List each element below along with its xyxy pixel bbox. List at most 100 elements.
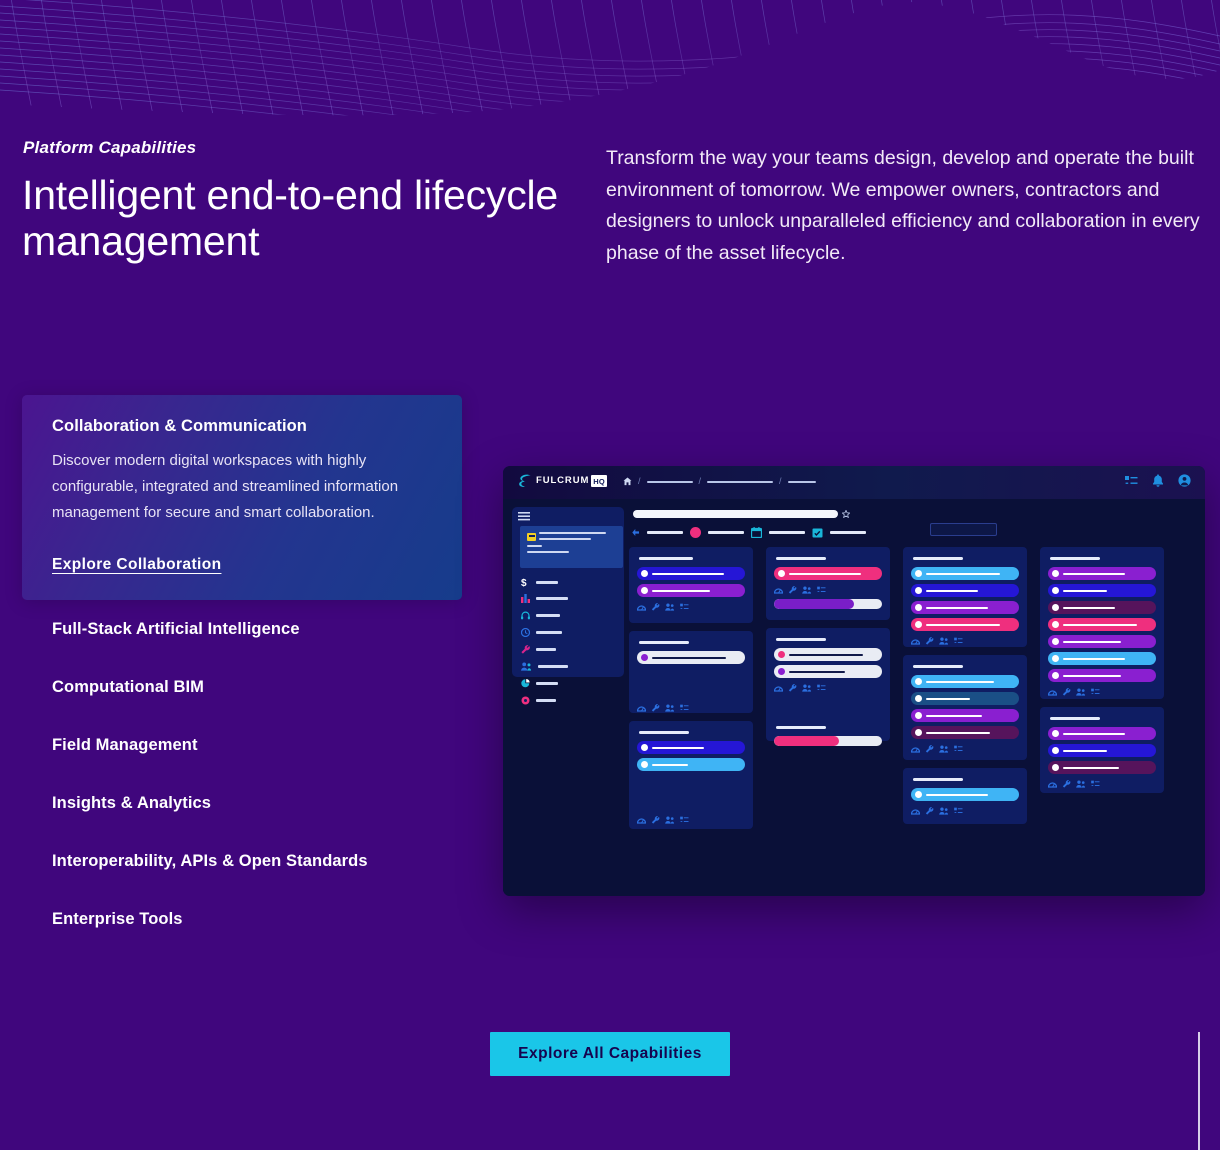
list-icon[interactable] [680, 704, 689, 712]
card-pill[interactable] [1048, 635, 1156, 648]
card-pill[interactable] [1048, 567, 1156, 580]
sidebar-item-settings[interactable] [521, 696, 556, 705]
card-pill[interactable] [911, 618, 1019, 631]
speedometer-icon[interactable] [637, 603, 646, 611]
wrench-icon[interactable] [925, 637, 934, 645]
people-icon[interactable] [665, 603, 675, 611]
view-selector-dropdown[interactable] [930, 523, 997, 536]
board-card[interactable] [1040, 707, 1164, 793]
pink-dot-icon[interactable] [690, 527, 701, 538]
board-card[interactable] [629, 721, 753, 829]
people-icon[interactable] [939, 745, 949, 753]
board-card[interactable] [766, 628, 890, 746]
board-card[interactable] [903, 768, 1027, 824]
card-pill[interactable] [1048, 584, 1156, 597]
card-pill[interactable] [774, 648, 882, 661]
sidebar-item-reports[interactable] [521, 594, 568, 603]
sidebar-active-card[interactable] [520, 526, 623, 568]
board-card[interactable] [629, 631, 753, 713]
speedometer-icon[interactable] [1048, 688, 1057, 696]
board-card[interactable] [903, 547, 1027, 647]
people-icon[interactable] [939, 807, 949, 815]
calendar-check-icon[interactable] [812, 527, 823, 538]
accordion-item-insights-analytics[interactable]: Insights & Analytics [22, 774, 462, 832]
fulcrum-logo[interactable]: FULCRUM HQ [518, 474, 607, 488]
board-card[interactable] [766, 547, 890, 620]
list-icon[interactable] [680, 816, 689, 824]
list-icon[interactable] [1091, 688, 1100, 696]
breadcrumb-segment[interactable] [646, 480, 693, 483]
card-pill[interactable] [911, 788, 1019, 801]
bell-icon[interactable] [1152, 474, 1164, 487]
speedometer-icon[interactable] [774, 586, 783, 594]
card-pill[interactable] [911, 709, 1019, 722]
search-input[interactable] [633, 510, 838, 518]
wrench-icon[interactable] [925, 807, 934, 815]
explore-all-capabilities-button[interactable]: Explore All Capabilities [490, 1032, 730, 1076]
people-icon[interactable] [1076, 688, 1086, 696]
card-pill[interactable] [911, 601, 1019, 614]
card-pill[interactable] [1048, 601, 1156, 614]
calendar-icon[interactable] [751, 527, 762, 538]
people-icon[interactable] [802, 684, 812, 692]
card-pill[interactable] [1048, 618, 1156, 631]
card-pill[interactable] [911, 726, 1019, 739]
card-pill[interactable] [774, 665, 882, 678]
wrench-icon[interactable] [788, 684, 797, 692]
people-icon[interactable] [802, 586, 812, 594]
people-icon[interactable] [665, 704, 675, 712]
breadcrumb-segment[interactable] [707, 480, 774, 483]
home-icon[interactable] [623, 477, 632, 486]
speedometer-icon[interactable] [637, 704, 646, 712]
star-icon[interactable] [842, 510, 850, 518]
people-icon[interactable] [1076, 780, 1086, 788]
tasks-icon[interactable] [1125, 475, 1138, 487]
board-card[interactable] [903, 655, 1027, 760]
card-pill[interactable] [1048, 669, 1156, 682]
speedometer-icon[interactable] [911, 637, 920, 645]
card-pill[interactable] [1048, 727, 1156, 740]
list-icon[interactable] [680, 603, 689, 611]
account-icon[interactable] [1178, 474, 1191, 487]
list-icon[interactable] [954, 807, 963, 815]
accordion-item-ai[interactable]: Full-Stack Artificial Intelligence [22, 600, 462, 658]
speedometer-icon[interactable] [637, 816, 646, 824]
wrench-icon[interactable] [1062, 780, 1071, 788]
people-icon[interactable] [939, 637, 949, 645]
card-pill[interactable] [1048, 652, 1156, 665]
list-icon[interactable] [817, 586, 826, 594]
wrench-icon[interactable] [651, 704, 660, 712]
list-icon[interactable] [817, 684, 826, 692]
sidebar-item-team[interactable] [521, 662, 568, 671]
board-card[interactable] [1040, 547, 1164, 699]
accordion-item-interoperability[interactable]: Interoperability, APIs & Open Standards [22, 832, 462, 890]
card-pill[interactable] [637, 741, 745, 754]
card-pill[interactable] [637, 584, 745, 597]
list-icon[interactable] [954, 745, 963, 753]
wrench-icon[interactable] [1062, 688, 1071, 696]
card-pill[interactable] [774, 567, 882, 580]
speedometer-icon[interactable] [911, 745, 920, 753]
accordion-item-collaboration[interactable]: Collaboration & Communication Discover m… [22, 395, 462, 600]
list-icon[interactable] [954, 637, 963, 645]
wrench-icon[interactable] [925, 745, 934, 753]
card-pill[interactable] [637, 567, 745, 580]
sidebar-item-finance[interactable]: $ [521, 577, 558, 588]
sidebar-item-support[interactable] [521, 611, 560, 620]
speedometer-icon[interactable] [911, 807, 920, 815]
card-pill[interactable] [911, 567, 1019, 580]
sidebar-item-maintenance[interactable] [521, 645, 556, 654]
speedometer-icon[interactable] [774, 684, 783, 692]
people-icon[interactable] [665, 816, 675, 824]
card-pill[interactable] [911, 692, 1019, 705]
card-pill[interactable] [911, 584, 1019, 597]
sidebar-item-analytics[interactable] [521, 679, 558, 688]
card-pill[interactable] [637, 758, 745, 771]
board-card[interactable] [629, 547, 753, 623]
accordion-item-computational-bim[interactable]: Computational BIM [22, 658, 462, 716]
card-pill[interactable] [1048, 744, 1156, 757]
back-arrow-icon[interactable] [631, 528, 640, 537]
breadcrumb-segment[interactable] [787, 480, 816, 483]
sidebar-item-schedule[interactable] [521, 628, 562, 637]
list-icon[interactable] [1091, 780, 1100, 788]
